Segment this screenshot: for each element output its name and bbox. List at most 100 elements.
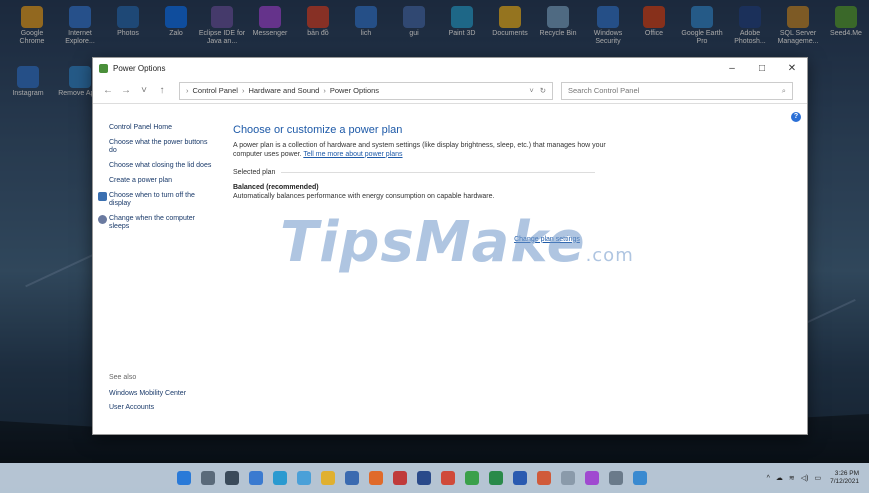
desktop-icon[interactable]: lich [342, 4, 390, 38]
onedrive-cloud-icon[interactable]: ☁ [776, 474, 783, 482]
taskbar-mail-icon[interactable] [345, 471, 359, 485]
see-also-user-accounts[interactable]: User Accounts [109, 404, 154, 411]
app-icon [355, 6, 377, 28]
address-dropdown-icon[interactable]: ˅ [529, 86, 533, 95]
desktop-icon[interactable]: Windows Security [584, 4, 632, 46]
see-also-label: See also [109, 374, 137, 381]
see-also-mobility-center[interactable]: Windows Mobility Center [109, 390, 186, 397]
taskbar-edge-icon[interactable] [273, 471, 287, 485]
close-button[interactable]: ✕ [777, 58, 807, 78]
taskbar-unikey-icon[interactable] [393, 471, 407, 485]
taskbar-apps [172, 471, 652, 485]
app-icon [69, 66, 91, 88]
left-link-computer-sleeps[interactable]: Change when the computer sleeps [98, 215, 213, 231]
taskbar-excel-icon[interactable] [489, 471, 503, 485]
desktop-icon[interactable]: Paint 3D [438, 4, 486, 38]
app-icon [691, 6, 713, 28]
taskbar-powerpoint-icon[interactable] [537, 471, 551, 485]
taskbar-chrome-icon[interactable] [441, 471, 455, 485]
plan-name: Balanced (recommended) [233, 184, 319, 191]
learn-more-link[interactable]: Tell me more about power plans [303, 151, 402, 158]
app-icon [165, 6, 187, 28]
taskbar-paint-icon[interactable] [585, 471, 599, 485]
desktop-icon[interactable]: Seed4.Me [822, 4, 869, 38]
title-bar: Power Options – □ ✕ [93, 58, 807, 78]
taskbar-snipping-icon[interactable] [561, 471, 575, 485]
taskbar-widgets-icon[interactable] [249, 471, 263, 485]
desktop-icon[interactable]: Eclipse IDE for Java an... [198, 4, 246, 46]
breadcrumb-control-panel[interactable]: Control Panel [193, 86, 238, 95]
desktop-icon[interactable]: Adobe Photosh... [726, 4, 774, 46]
search-box[interactable]: ⌕ [561, 81, 793, 100]
refresh-icon[interactable]: ↻ [540, 86, 546, 95]
breadcrumb-power-options[interactable]: Power Options [330, 86, 379, 95]
desktop-icon-label: Instagram [12, 90, 44, 97]
left-link-create-plan[interactable]: Create a power plan [109, 177, 213, 185]
desktop-icon[interactable]: gui [390, 4, 438, 38]
desktop-icon[interactable]: Google Chrome [8, 4, 56, 46]
search-input[interactable] [568, 86, 782, 95]
breadcrumb-hardware-and-sound[interactable]: Hardware and Sound [248, 86, 319, 95]
desktop-icon[interactable]: Documents [486, 4, 534, 38]
divider [281, 172, 595, 173]
search-icon[interactable]: ⌕ [782, 86, 786, 96]
desktop-icon-label: Adobe Photosh... [734, 30, 766, 45]
power-options-window: Power Options – □ ✕ ← → ˅ ↑ › Control Pa… [92, 57, 808, 435]
desktop-icon[interactable]: bản đồ [294, 4, 342, 38]
taskbar-firefox-icon[interactable] [369, 471, 383, 485]
content-area: Control Panel Home Choose what the power… [93, 104, 807, 434]
breadcrumb[interactable]: › Control Panel › Hardware and Sound › P… [179, 81, 553, 100]
left-link-turn-off-display[interactable]: Choose when to turn off the display [98, 192, 213, 208]
app-icon [643, 6, 665, 28]
desktop-icon[interactable]: SQL Server Manageme... [774, 4, 822, 46]
desktop-icon[interactable]: Messenger [246, 4, 294, 38]
app-icon [307, 6, 329, 28]
desktop-icon[interactable]: Office [630, 4, 678, 38]
minimize-button[interactable]: – [717, 58, 747, 78]
desktop-icon[interactable]: Photos [104, 4, 152, 38]
left-pane: Control Panel Home Choose what the power… [93, 104, 221, 434]
left-link-closing-lid[interactable]: Choose what closing the lid does [109, 162, 213, 170]
desktop-icon-label: SQL Server Manageme... [777, 30, 819, 45]
desktop-icon[interactable]: Internet Explore... [56, 4, 104, 46]
forward-arrow-icon[interactable]: → [117, 85, 135, 96]
desktop-icon-label: gui [409, 30, 419, 37]
up-arrow-icon[interactable]: ↑ [153, 85, 171, 96]
tray-chevron-icon[interactable]: ^ [767, 475, 770, 482]
taskbar-word-icon[interactable] [513, 471, 527, 485]
breadcrumb-separator-icon: › [186, 86, 189, 95]
desktop-icon-label: Seed4.Me [830, 30, 862, 37]
taskbar-store-bag-icon[interactable] [297, 471, 311, 485]
back-arrow-icon[interactable]: ← [99, 85, 117, 96]
desktop-icon[interactable]: Zalo [152, 4, 200, 38]
desktop-icon-label: Documents [492, 30, 528, 37]
app-icon [17, 66, 39, 88]
taskbar-photoshop-icon[interactable] [417, 471, 431, 485]
left-link-control-panel-home[interactable]: Control Panel Home [109, 124, 213, 132]
battery-icon[interactable]: ▭ [814, 474, 821, 482]
taskbar-notepad-icon[interactable] [465, 471, 479, 485]
desktop-icon[interactable]: Google Earth Pro [678, 4, 726, 46]
clock[interactable]: 3:26 PM 7/12/2021 [830, 470, 859, 486]
desktop-icon-label: Messenger [252, 30, 288, 37]
taskbar: ^ ☁ ≋ ◁) ▭ 3:26 PM 7/12/2021 [0, 463, 869, 493]
desktop-icon[interactable]: Recycle Bin [534, 4, 582, 38]
taskbar-search-icon[interactable] [201, 471, 215, 485]
taskbar-start-icon[interactable] [177, 471, 191, 485]
taskbar-file-explorer-icon[interactable] [321, 471, 335, 485]
page-title: Choose or customize a power plan [233, 124, 403, 136]
help-icon[interactable]: ? [791, 112, 801, 122]
desktop-icon-label: Office [644, 30, 664, 37]
taskbar-task-view-icon[interactable] [225, 471, 239, 485]
desktop-icon[interactable]: Instagram [4, 64, 52, 98]
wifi-icon[interactable]: ≋ [789, 474, 795, 482]
system-tray: ^ ☁ ≋ ◁) ▭ 3:26 PM 7/12/2021 [764, 470, 859, 486]
desktop-icon-label: Google Chrome [19, 30, 45, 45]
taskbar-photos-app-icon[interactable] [633, 471, 647, 485]
volume-icon[interactable]: ◁) [801, 474, 809, 482]
change-plan-settings-link[interactable]: Change plan settings [499, 228, 595, 250]
maximize-button[interactable]: □ [747, 58, 777, 78]
recent-locations-icon[interactable]: ˅ [135, 85, 153, 96]
left-link-power-buttons[interactable]: Choose what the power buttons do [109, 139, 213, 155]
taskbar-settings-icon[interactable] [609, 471, 623, 485]
